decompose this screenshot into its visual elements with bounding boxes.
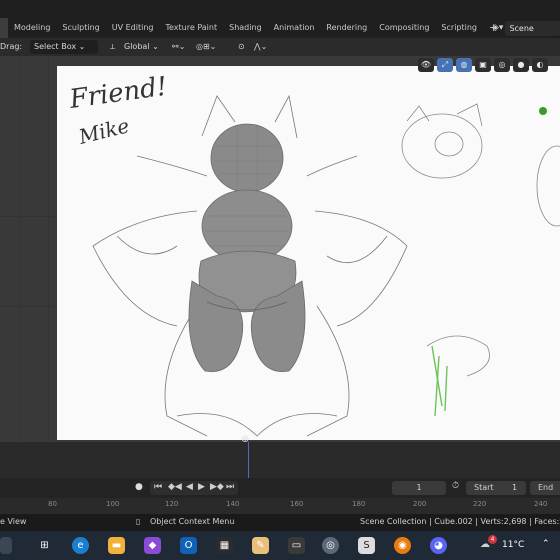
tab-scripting[interactable]: Scripting <box>435 18 483 38</box>
temperature-text[interactable]: 11°C <box>502 540 524 550</box>
3d-viewport[interactable]: Friend! Mike 👁 ⤢ ◍ ▣ ◎ ● ◐ ⊕ <box>0 56 560 445</box>
gizmo-toggle-icon[interactable]: ⤢ <box>437 58 453 72</box>
transform-orientation-icon[interactable]: ⟂ <box>110 40 115 54</box>
status-stats: Scene Collection | Cube.002 | Verts:2,69… <box>360 517 560 526</box>
taskbar-search-icon[interactable] <box>0 537 12 554</box>
playback-controls: ● ⏮ ◆◀ ◀ ▶ ▶◆ ⏭ 1 ⏱ Start 1 End <box>0 478 560 498</box>
tab-modeling[interactable]: Modeling <box>8 18 56 38</box>
tab-uv-editing[interactable]: UV Editing <box>106 18 160 38</box>
play-icon[interactable]: ▶ <box>198 482 205 492</box>
task-view-icon[interactable]: ⊞ <box>36 537 53 554</box>
snap-icon[interactable]: ◎⊞⌄ <box>196 40 216 54</box>
chevron-down-icon: ⌄ <box>152 42 159 51</box>
overlays-toggle-icon[interactable]: ◍ <box>456 58 472 72</box>
blender-icon[interactable]: ◉ <box>394 537 411 554</box>
paint-app-icon[interactable]: ✎ <box>252 537 269 554</box>
jump-keyframe-forward-icon[interactable]: ▶◆ <box>210 482 224 492</box>
ruler-tick: 140 <box>226 500 240 508</box>
current-frame-field[interactable]: 1 <box>392 481 446 495</box>
sketch-drawing: Friend! Mike <box>67 72 560 437</box>
scene-selector[interactable]: Scene <box>505 20 560 36</box>
wireframe-shading-icon[interactable]: ◎ <box>494 58 510 72</box>
sketch-text-mike: Mike <box>75 113 131 149</box>
grid-line <box>0 306 57 307</box>
tab-compositing[interactable]: Compositing <box>373 18 435 38</box>
tab-texture-paint[interactable]: Texture Paint <box>159 18 223 38</box>
timeline-area[interactable] <box>0 442 560 478</box>
start-value: 1 <box>512 483 518 492</box>
visibility-icon[interactable]: 👁 <box>418 58 434 72</box>
tab-shading[interactable]: Shading <box>223 18 268 38</box>
grid-line <box>0 216 57 217</box>
scene-icon[interactable]: ◈▾ <box>492 23 503 33</box>
select-mode-dropdown[interactable]: Select Box ⌄ <box>30 40 98 54</box>
chevron-down-icon: ⌄ <box>78 42 86 51</box>
edge-icon[interactable]: e <box>72 537 89 554</box>
play-reverse-icon[interactable]: ◀ <box>186 482 193 492</box>
solid-shading-icon[interactable]: ● <box>513 58 529 72</box>
tool-header: Drag: Select Box ⌄ ⟂ Global ⌄ ⚯⌄ ◎⊞⌄ ⊙ ⋀… <box>0 38 560 56</box>
playhead-line[interactable] <box>248 442 249 478</box>
transport-group: ⏮ ◆◀ ◀ ▶ ▶◆ ⏭ <box>150 481 238 495</box>
jump-keyframe-back-icon[interactable]: ◆◀ <box>168 482 182 492</box>
tab-layout-partial[interactable] <box>0 18 8 38</box>
store-icon[interactable]: ▦ <box>216 537 233 554</box>
green-sketch-lines <box>431 345 448 417</box>
tray-chevron-up-icon[interactable]: ⌃ <box>542 539 550 549</box>
status-context-menu: Object Context Menu <box>150 517 235 526</box>
material-shading-icon[interactable]: ◐ <box>532 58 548 72</box>
ruler-tick: 180 <box>352 500 366 508</box>
stopwatch-icon[interactable]: ⏱ <box>452 481 459 491</box>
app-icon-clipboard[interactable]: ▭ <box>288 537 305 554</box>
ruler-tick: 120 <box>165 500 179 508</box>
status-left-text: e View <box>0 517 27 526</box>
outlook-icon[interactable]: O <box>180 537 197 554</box>
record-icon[interactable]: ● <box>135 482 143 492</box>
workspace-tab-bar: Modeling Sculpting UV Editing Texture Pa… <box>0 18 560 38</box>
falloff-icon[interactable]: ⋀⌄ <box>254 40 267 54</box>
orientation-value: Global <box>124 42 150 51</box>
notification-badge: 4 <box>488 535 497 544</box>
side-sketches <box>401 103 560 377</box>
tab-sculpting[interactable]: Sculpting <box>56 18 105 38</box>
end-frame-field[interactable]: End <box>530 481 560 495</box>
sketch-text-friend: Friend! <box>67 72 169 115</box>
tab-animation[interactable]: Animation <box>268 18 321 38</box>
jump-end-icon[interactable]: ⏭ <box>226 482 234 492</box>
proportional-edit-icon[interactable]: ⊙ <box>238 40 245 54</box>
tab-rendering[interactable]: Rendering <box>320 18 373 38</box>
copilot-icon[interactable]: ◆ <box>144 537 161 554</box>
windows-taskbar: ⊞ e ▬ ◆ O ▦ ✎ ▭ ◎ S ◉ ◕ ☁ 4 11°C ⌃ <box>0 531 560 560</box>
grid-line <box>20 56 21 442</box>
ruler-tick: 240 <box>534 500 548 508</box>
orientation-dropdown[interactable]: Global ⌄ <box>124 40 159 54</box>
ruler-tick: 160 <box>290 500 304 508</box>
ruler-tick: 200 <box>413 500 427 508</box>
window-top-strip <box>0 0 560 18</box>
pivot-point-icon[interactable]: ⚯⌄ <box>172 40 185 54</box>
start-frame-field[interactable]: Start 1 <box>466 481 526 495</box>
reference-image[interactable]: Friend! Mike <box>57 66 560 440</box>
jump-start-icon[interactable]: ⏮ <box>154 482 162 492</box>
app-icon-s[interactable]: S <box>358 537 375 554</box>
mouse-icon: ▯ <box>136 517 141 526</box>
ruler-tick: 220 <box>473 500 487 508</box>
drag-label: Drag: <box>0 42 23 51</box>
xray-toggle-icon[interactable]: ▣ <box>475 58 491 72</box>
select-mode-value: Select Box <box>34 42 77 51</box>
status-bar: e View ▯ Object Context Menu Scene Colle… <box>0 514 560 531</box>
start-label: Start <box>474 483 494 492</box>
app-icon-circle[interactable]: ◎ <box>322 537 339 554</box>
discord-icon[interactable]: ◕ <box>430 537 447 554</box>
frame-ruler[interactable]: 80 100 120 140 160 180 200 220 240 <box>0 498 560 514</box>
green-dot <box>539 107 547 115</box>
viewport-overlay-controls: 👁 ⤢ ◍ ▣ ◎ ● ◐ <box>418 56 548 74</box>
grid-line <box>48 56 49 442</box>
ruler-tick: 80 <box>48 500 57 508</box>
file-explorer-icon[interactable]: ▬ <box>108 537 125 554</box>
end-label: End <box>538 483 554 492</box>
ruler-tick: 100 <box>106 500 120 508</box>
